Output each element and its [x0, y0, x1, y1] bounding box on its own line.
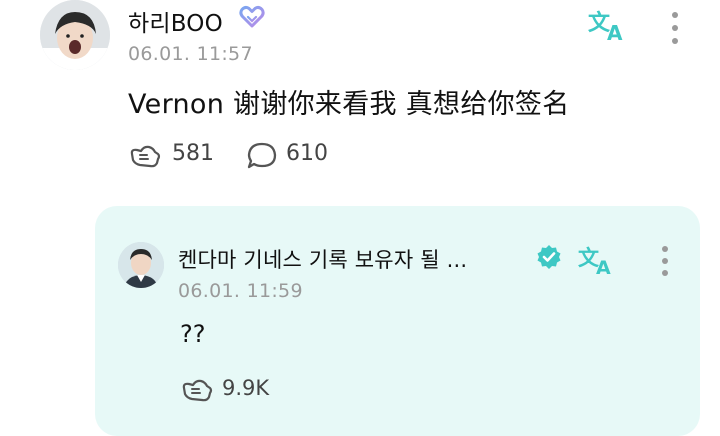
svg-text:A: A: [607, 21, 623, 42]
like-hand-icon[interactable]: [180, 377, 214, 403]
post-text: Vernon 谢谢你来看我 真想给你签名: [128, 89, 570, 120]
reply-author-avatar[interactable]: [118, 242, 164, 288]
author-name[interactable]: 하리BOO: [128, 4, 223, 38]
post-timestamp: 06.01. 11:57: [128, 43, 253, 65]
comment-count: 610: [286, 141, 328, 166]
like-hand-icon[interactable]: [128, 143, 162, 169]
more-options-icon[interactable]: [658, 244, 672, 280]
reply-author-name[interactable]: 켄다마 기네스 기록 보유자 될 ...: [178, 244, 467, 274]
reply-text: ??: [180, 320, 206, 348]
reply-like-count: 9.9K: [222, 376, 270, 400]
reply-timestamp: 06.01. 11:59: [178, 280, 303, 302]
verified-check-icon: [536, 244, 562, 270]
svg-text:A: A: [596, 257, 611, 276]
more-options-icon[interactable]: [668, 10, 682, 50]
author-avatar[interactable]: [40, 0, 110, 70]
translate-icon[interactable]: 文 A: [588, 8, 630, 45]
heart-badge-icon: [239, 5, 265, 29]
translate-icon[interactable]: 文 A: [578, 244, 618, 279]
comment-bubble-icon[interactable]: [246, 141, 278, 171]
like-count: 581: [172, 141, 214, 166]
